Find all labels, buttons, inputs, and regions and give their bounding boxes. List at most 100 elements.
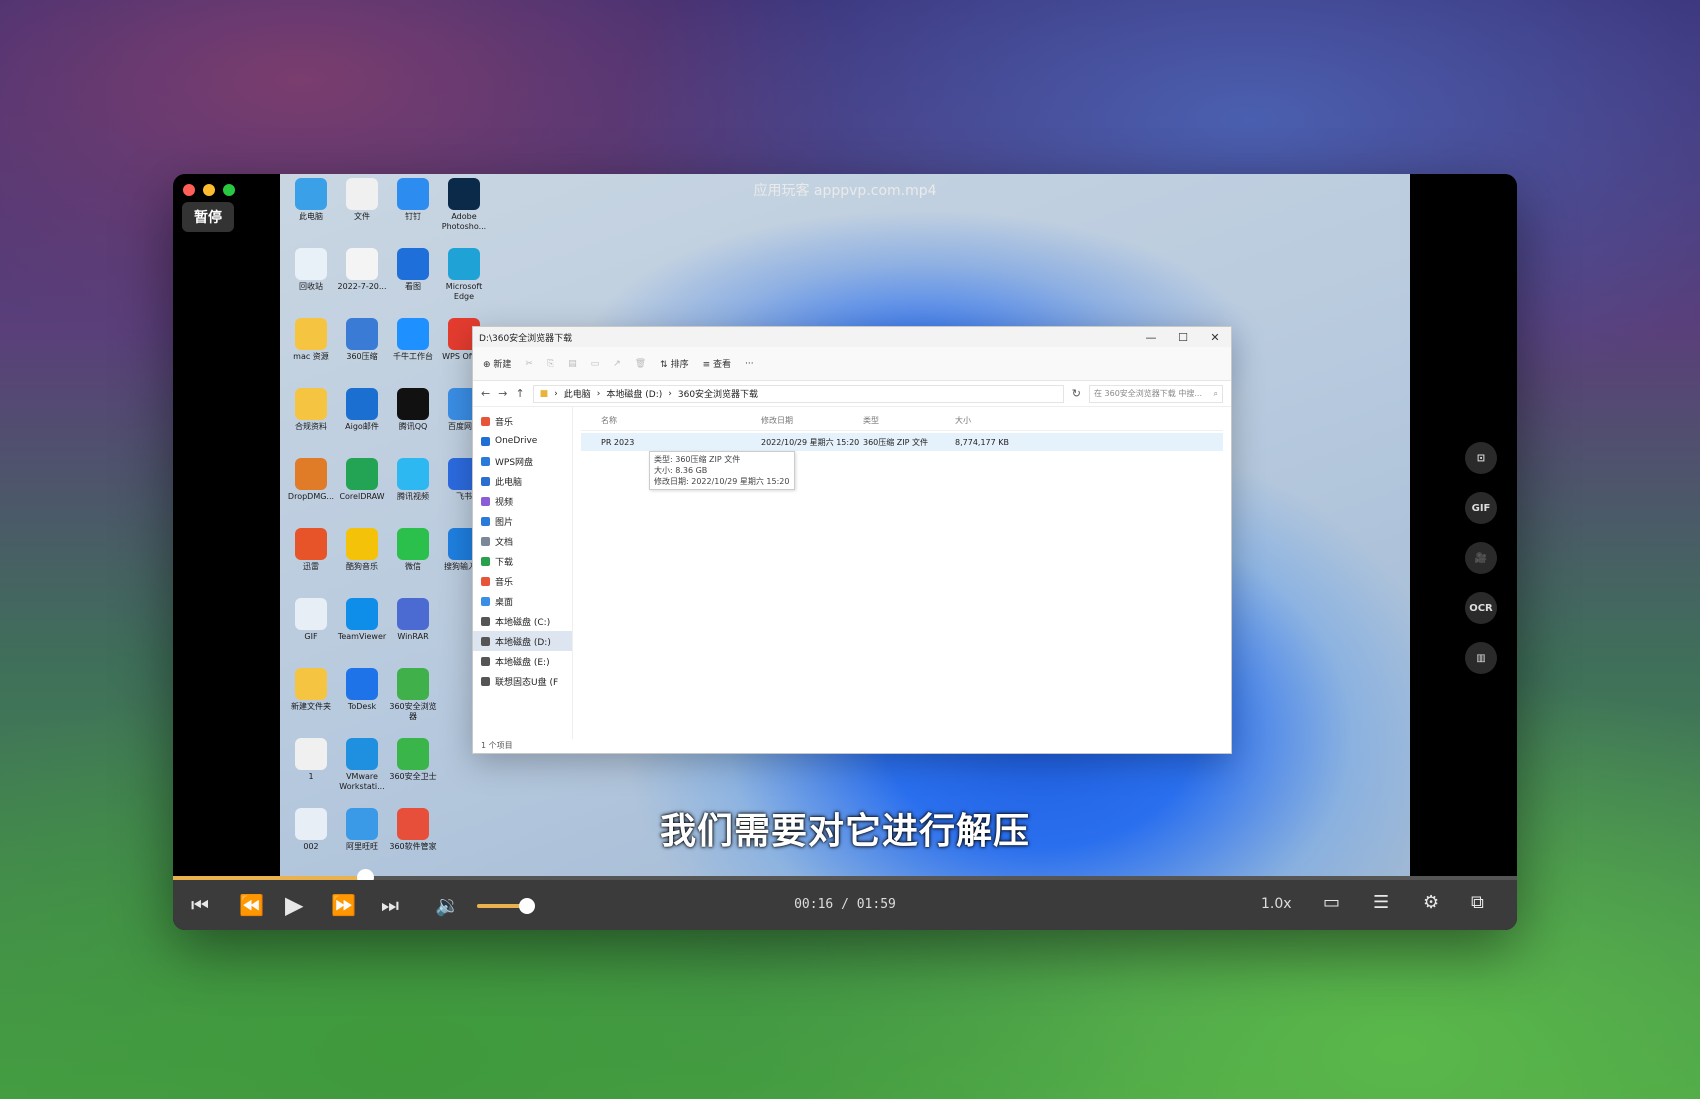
desktop-icon[interactable]: WinRAR	[388, 598, 438, 642]
sidebar-item[interactable]: 本地磁盘 (D:)	[473, 631, 572, 651]
desktop-icon[interactable]: Aigo邮件	[337, 388, 387, 432]
breadcrumb-item[interactable]: 360安全浏览器下载	[678, 387, 758, 400]
address-bar-row: ← → ↑ ■ › 此电脑 › 本地磁盘 (D:) › 360安全浏览器下载 ↻ 在 36…	[473, 381, 1231, 407]
folder-icon	[481, 536, 490, 546]
breadcrumb-separator: ›	[668, 388, 672, 399]
desktop-icon[interactable]: 迅雷	[286, 528, 336, 572]
sidebar-item[interactable]: 桌面	[473, 591, 572, 611]
app-icon	[295, 598, 327, 630]
up-arrow-icon[interactable]: ↑	[515, 387, 524, 400]
copy-icon[interactable]: ⎘	[547, 359, 554, 369]
desktop-icon[interactable]: mac 资源	[286, 318, 336, 362]
more-button[interactable]: ···	[745, 359, 754, 369]
sidebar-item[interactable]: WPS网盘	[473, 451, 572, 471]
explorer-titlebar: D:\360安全浏览器下载 — ☐ ✕	[473, 327, 1231, 347]
sidebar-item[interactable]: 此电脑	[473, 471, 572, 491]
desktop-icon[interactable]: 腾讯QQ	[388, 388, 438, 432]
folder-icon	[481, 516, 490, 526]
desktop-icon[interactable]: ToDesk	[337, 668, 387, 712]
desktop-icon[interactable]: VMware Workstati...	[337, 738, 387, 792]
desktop-icon[interactable]: 酷狗音乐	[337, 528, 387, 572]
desktop-icon-label: 360安全卫士	[389, 772, 437, 781]
breadcrumb-item[interactable]: 本地磁盘 (D:)	[606, 387, 662, 400]
sidebar-item-label: 此电脑	[495, 477, 523, 488]
sidebar-item[interactable]: 本地磁盘 (E:)	[473, 651, 572, 671]
cut-icon[interactable]: ✂	[525, 359, 533, 369]
settings-gear-icon[interactable]: ⚙	[1423, 892, 1439, 913]
sidebar-item[interactable]: 音乐	[473, 411, 572, 431]
sidebar-item-label: 桌面	[495, 597, 514, 608]
sort-button[interactable]: ⇅ 排序	[660, 357, 688, 370]
playback-speed-button[interactable]: 1.0x	[1261, 896, 1292, 912]
desktop-icon[interactable]: 2022-7-20...	[337, 248, 387, 292]
explorer-body: 音乐 OneDrive WPS网盘 此电脑 视频 图片 文档 下载 音乐 桌面 本地磁盘 (C:) 本…	[473, 407, 1231, 739]
desktop-icon-label: 微信	[405, 562, 421, 571]
desktop-icon[interactable]: 360压缩	[337, 318, 387, 362]
sidebar-item[interactable]: OneDrive	[473, 431, 572, 451]
app-icon	[346, 248, 378, 280]
navigation-pane: 音乐 OneDrive WPS网盘 此电脑 视频 图片 文档 下载 音乐 桌面 本地磁盘 (C:) 本…	[473, 407, 573, 739]
record-icon[interactable]: 🎥	[1465, 542, 1497, 574]
gif-icon[interactable]: GIF	[1465, 492, 1497, 524]
app-icon	[397, 598, 429, 630]
sidebar-item[interactable]: 文档	[473, 531, 572, 551]
delete-icon[interactable]: 🗑	[635, 359, 646, 369]
ocr-icon[interactable]: OCR	[1465, 592, 1497, 624]
breadcrumb[interactable]: ■ › 此电脑 › 本地磁盘 (D:) › 360安全浏览器下载	[532, 384, 1064, 403]
desktop-icon[interactable]: 合规资料	[286, 388, 336, 432]
search-input[interactable]: 在 360安全浏览器下载 中搜... ⌕	[1089, 384, 1223, 403]
column-type[interactable]: 类型	[863, 415, 955, 426]
column-date[interactable]: 修改日期	[761, 415, 863, 426]
desktop-icon[interactable]: Microsoft Edge	[439, 248, 489, 302]
video-frame[interactable]: 此电脑 文件 钉钉 Adobe Photosho... 回收站 2022-7-20... 看…	[280, 174, 1410, 878]
desktop-icon[interactable]: 微信	[388, 528, 438, 572]
sidebar-item[interactable]: 视频	[473, 491, 572, 511]
sidebar-item[interactable]: 图片	[473, 511, 572, 531]
sidebar-item[interactable]: 音乐	[473, 571, 572, 591]
airplay-icon[interactable]: ▭	[1323, 892, 1340, 913]
desktop-icon[interactable]: 腾讯视频	[388, 458, 438, 502]
desktop-icon-label: 合规资料	[295, 422, 327, 431]
breadcrumb-item[interactable]: 此电脑	[564, 387, 591, 400]
refresh-icon[interactable]: ↻	[1072, 387, 1081, 400]
explorer-minimize-button[interactable]: —	[1135, 331, 1167, 344]
playlist-icon[interactable]: ☰	[1373, 892, 1389, 913]
picture-in-picture-icon[interactable]: ⧉	[1471, 892, 1484, 913]
sidebar-item[interactable]: 联想固态U盘 (F	[473, 671, 572, 691]
desktop-icon[interactable]: GIF	[286, 598, 336, 642]
column-size[interactable]: 大小	[955, 415, 1013, 426]
desktop-icon[interactable]: CorelDRAW	[337, 458, 387, 502]
sidebar-item[interactable]: 下载	[473, 551, 572, 571]
explorer-maximize-button[interactable]: ☐	[1167, 331, 1199, 344]
desktop-icon[interactable]: DropDMG...	[286, 458, 336, 502]
share-icon[interactable]: ↗	[613, 359, 621, 369]
sidebar-item-label: 图片	[495, 517, 514, 528]
layout-icon[interactable]: ▥	[1465, 642, 1497, 674]
sidebar-item[interactable]: 本地磁盘 (C:)	[473, 611, 572, 631]
desktop-icon[interactable]: TeamViewer	[337, 598, 387, 642]
explorer-close-button[interactable]: ✕	[1199, 331, 1231, 344]
folder-icon	[481, 596, 490, 606]
desktop-icon[interactable]: 看图	[388, 248, 438, 292]
desktop-icon[interactable]: 360安全浏览器	[388, 668, 438, 722]
desktop-icon[interactable]: 1	[286, 738, 336, 782]
app-icon	[295, 668, 327, 700]
column-name[interactable]: 名称	[581, 415, 761, 426]
desktop-icon-label: 回收站	[299, 282, 323, 291]
desktop-icon-label: Adobe Photosho...	[441, 212, 487, 231]
forward-arrow-icon[interactable]: →	[498, 387, 507, 400]
folder-icon	[481, 576, 490, 586]
desktop-icon[interactable]: 千牛工作台	[388, 318, 438, 362]
file-row[interactable]: PR 2023 2022/10/29 星期六 15:20 360压缩 ZIP 文…	[581, 433, 1223, 451]
search-placeholder: 在 360安全浏览器下载 中搜...	[1094, 389, 1202, 398]
new-button[interactable]: ⊕ 新建	[483, 357, 511, 370]
desktop-icon[interactable]: 回收站	[286, 248, 336, 292]
back-arrow-icon[interactable]: ←	[481, 387, 490, 400]
paste-icon[interactable]: ▤	[568, 359, 577, 369]
desktop-icon[interactable]: 新建文件夹	[286, 668, 336, 712]
crop-icon[interactable]: ⊡	[1465, 442, 1497, 474]
desktop-icon[interactable]: 360安全卫士	[388, 738, 438, 782]
explorer-toolbar: ⊕ 新建 ✂ ⎘ ▤ ▭ ↗ 🗑 ⇅ 排序 ≡ 查看 ···	[473, 347, 1231, 381]
rename-icon[interactable]: ▭	[591, 359, 600, 369]
view-button[interactable]: ≡ 查看	[703, 357, 731, 370]
